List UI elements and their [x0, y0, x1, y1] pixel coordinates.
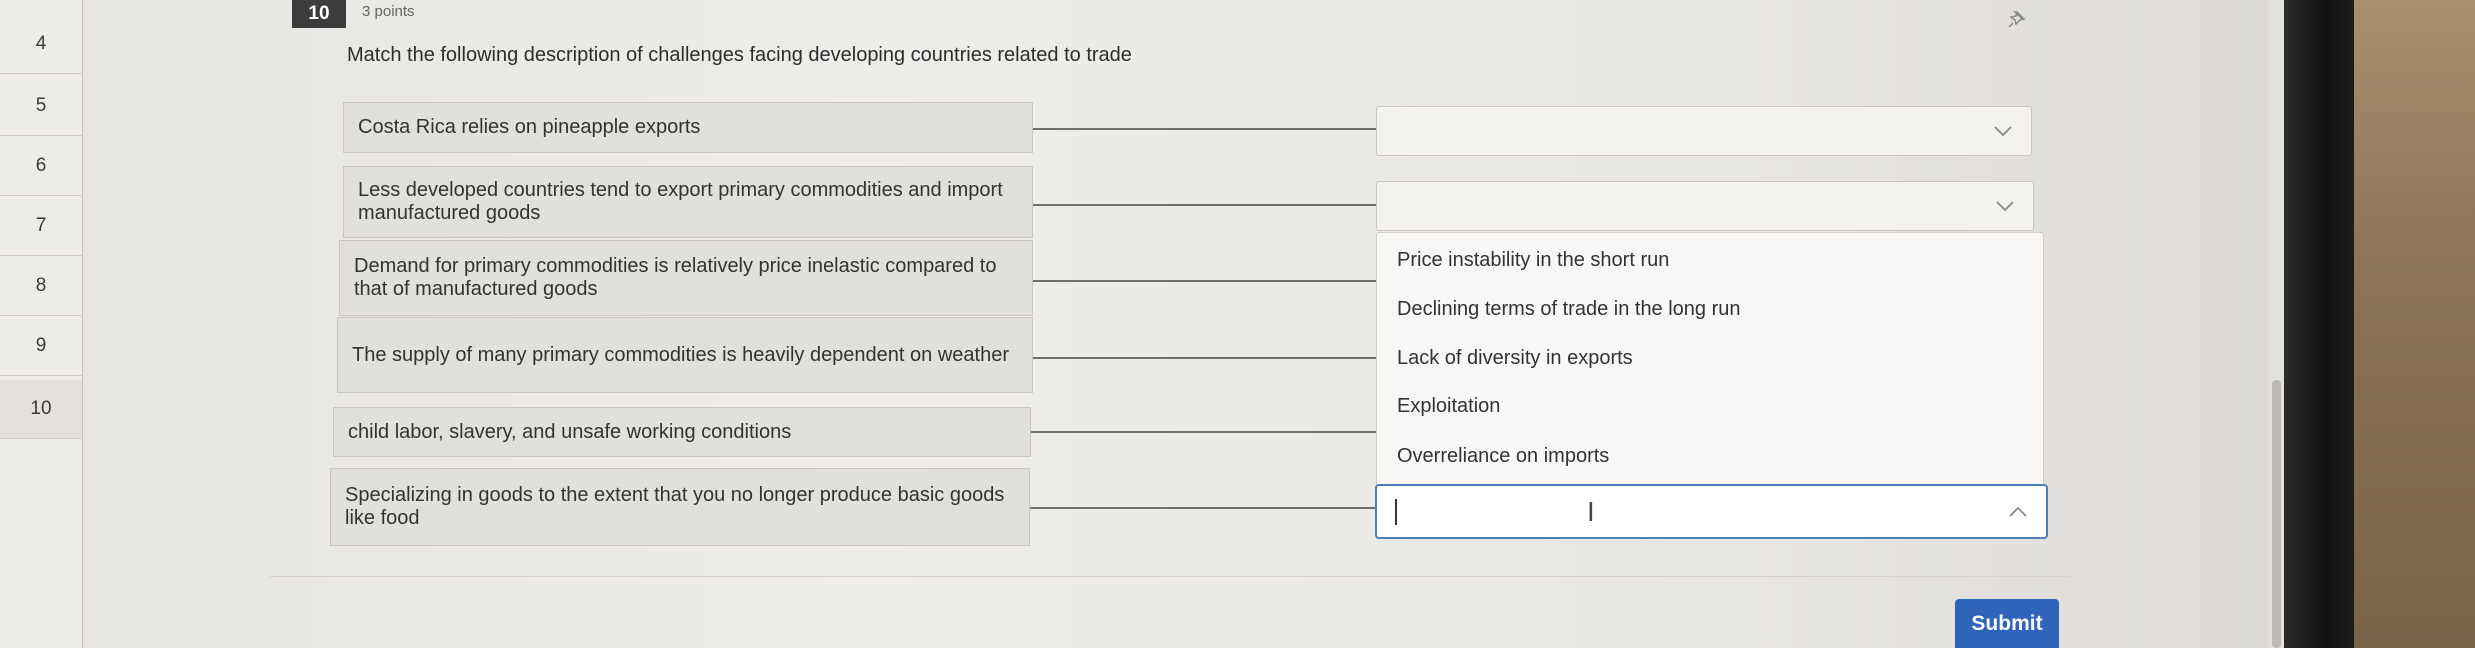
question-number-badge: 10: [292, 0, 346, 28]
screen-bezel: [2284, 0, 2354, 648]
connector-line: [1033, 204, 1376, 206]
match-prompt-text: The supply of many primary commodities i…: [352, 343, 1009, 366]
question-nav-item[interactable]: 4: [0, 15, 82, 74]
connector-line: [1033, 128, 1376, 130]
match-prompt: Specializing in goods to the extent that…: [330, 468, 1030, 546]
answer-select-open[interactable]: I: [1375, 484, 2048, 539]
text-caret: [1395, 499, 1397, 525]
connector-line: [1030, 507, 1376, 509]
question-nav-item[interactable]: 9: [0, 317, 82, 376]
match-prompt-text: Less developed countries tend to export …: [358, 179, 1003, 224]
chevron-up-icon: [2009, 506, 2027, 517]
question-nav-item[interactable]: 5: [0, 77, 82, 136]
connector-line: [1031, 431, 1376, 433]
question-nav: 4 5 6 7 8 9 10: [0, 0, 83, 648]
dropdown-option[interactable]: Price instability in the short run: [1397, 249, 1669, 272]
question-text: Match the following description of chall…: [347, 44, 1132, 66]
connector-line: [1033, 280, 1376, 282]
dropdown-option[interactable]: Declining terms of trade in the long run: [1397, 298, 1741, 321]
question-nav-item[interactable]: 8: [0, 257, 82, 316]
answer-select[interactable]: [1376, 106, 2032, 156]
submit-button[interactable]: Submit: [1955, 599, 2059, 648]
section-divider: [270, 576, 2070, 577]
match-prompt-text: child labor, slavery, and unsafe working…: [348, 420, 792, 443]
match-prompt-text: Demand for primary commodities is relati…: [354, 255, 997, 300]
text-cursor-icon: I: [1587, 498, 1595, 528]
background-surface: [2354, 0, 2475, 648]
pin-icon[interactable]: [2006, 8, 2028, 30]
chevron-down-icon: [1996, 201, 2014, 212]
chevron-down-icon: [1994, 126, 2012, 137]
connector-line: [1033, 357, 1376, 359]
match-prompt: child labor, slavery, and unsafe working…: [333, 407, 1031, 457]
match-prompt: Less developed countries tend to export …: [343, 166, 1033, 238]
question-nav-item[interactable]: 6: [0, 137, 82, 196]
answer-select[interactable]: [1376, 181, 2034, 231]
dropdown-option[interactable]: Overreliance on imports: [1397, 445, 1609, 468]
dropdown-option[interactable]: Lack of diversity in exports: [1397, 347, 1633, 370]
question-nav-item[interactable]: 7: [0, 197, 82, 256]
match-prompt: Demand for primary commodities is relati…: [339, 240, 1033, 316]
question-nav-item-current[interactable]: 10: [0, 380, 82, 439]
match-prompt: Costa Rica relies on pineapple exports: [343, 102, 1033, 153]
match-prompt: The supply of many primary commodities i…: [337, 317, 1033, 393]
quiz-screen: 4 5 6 7 8 9 10 10 3 points Match the fol…: [0, 0, 2475, 648]
dropdown-option[interactable]: Exploitation: [1397, 395, 1500, 418]
answer-dropdown-list: Price instability in the short run Decli…: [1376, 232, 2044, 486]
question-points: 3 points: [362, 3, 415, 20]
scrollbar-thumb[interactable]: [2272, 380, 2281, 648]
match-prompt-text: Costa Rica relies on pineapple exports: [358, 116, 701, 138]
match-prompt-text: Specializing in goods to the extent that…: [345, 484, 1005, 529]
